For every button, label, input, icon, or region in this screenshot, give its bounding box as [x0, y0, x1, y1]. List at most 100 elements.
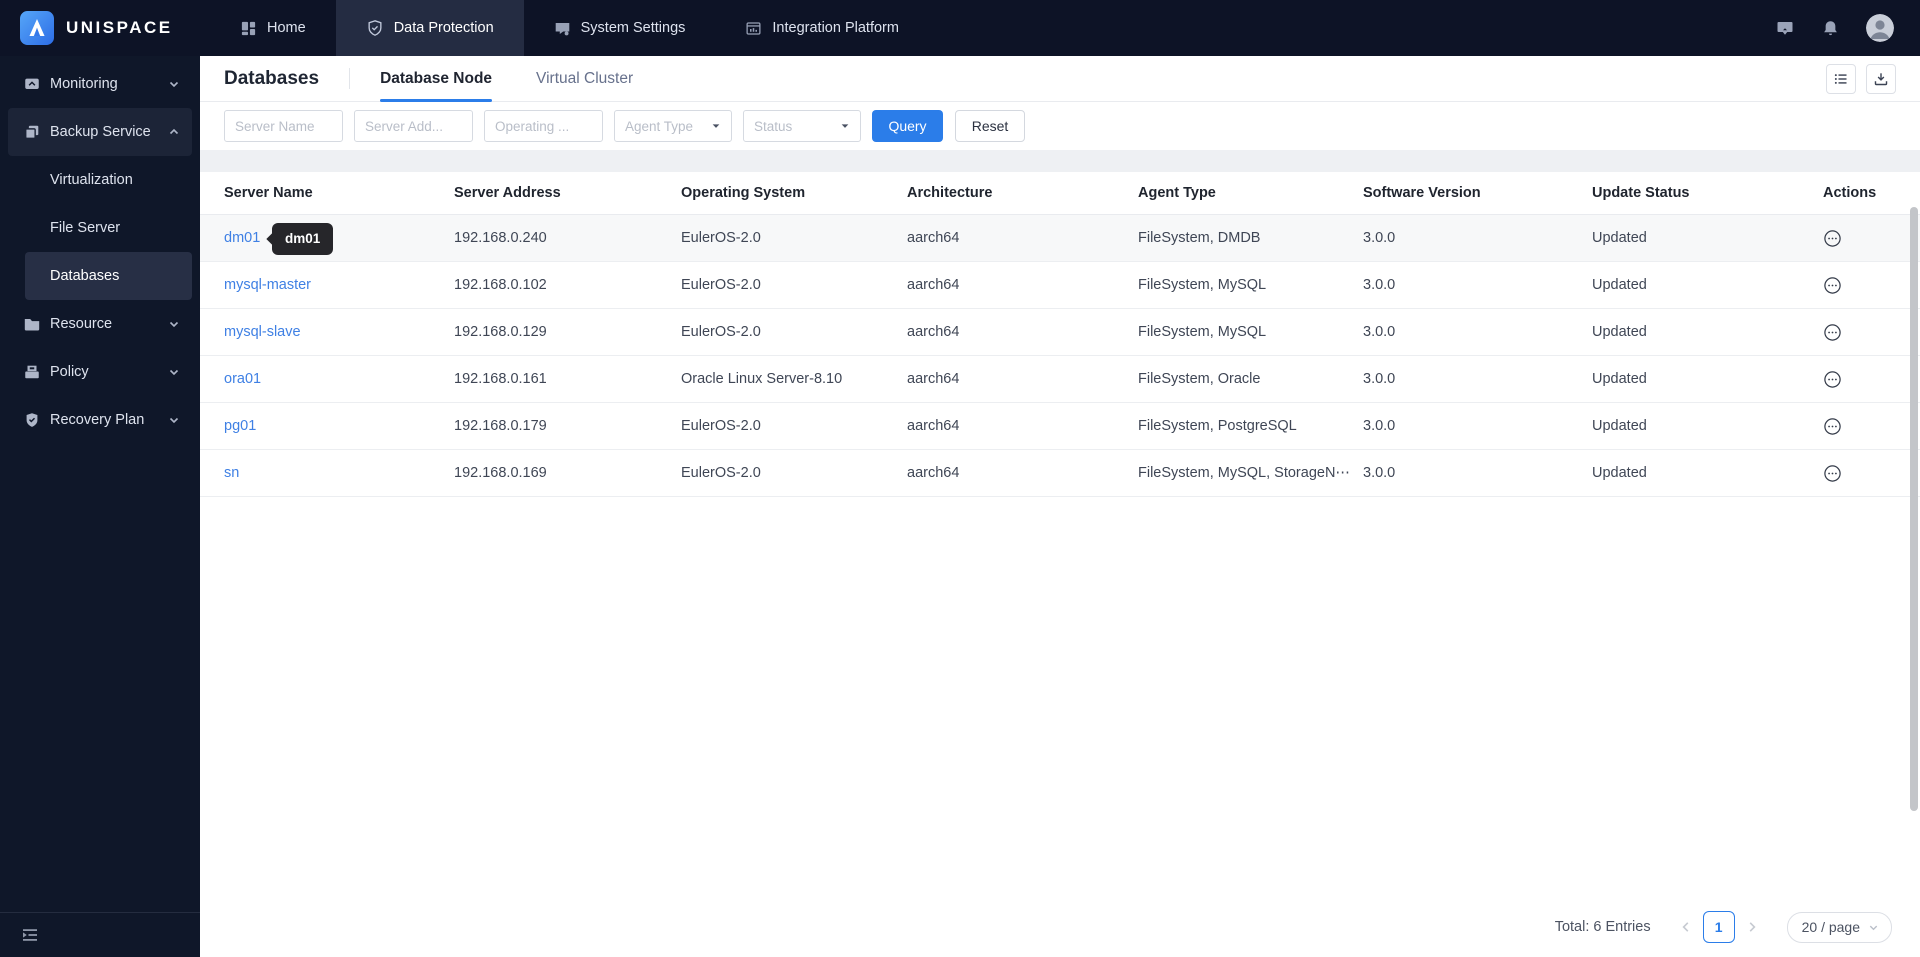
- sidebar-item-backup-service[interactable]: Backup Service: [8, 108, 192, 156]
- integration-platform-icon: [745, 20, 762, 37]
- prev-page-icon[interactable]: [1669, 920, 1703, 934]
- operating-system-input[interactable]: [484, 110, 603, 142]
- section-separator: [200, 150, 1920, 172]
- agent-type-select[interactable]: Agent Type: [614, 110, 732, 142]
- nav-item-data-protection[interactable]: Data Protection: [335, 0, 524, 56]
- server-address-input[interactable]: [354, 110, 473, 142]
- server-name-link[interactable]: mysql-master: [224, 277, 311, 293]
- sidebar-item-label: Resource: [50, 316, 113, 332]
- table-row: pg01 192.168.0.179 EulerOS-2.0 aarch64 F…: [200, 403, 1920, 450]
- pagination-total: Total: 6 Entries: [1554, 919, 1651, 935]
- reset-button[interactable]: Reset: [955, 110, 1025, 142]
- table-row: sn 192.168.0.169 EulerOS-2.0 aarch64 Fil…: [200, 450, 1920, 497]
- architecture: aarch64: [907, 324, 960, 340]
- sidebar-subitem-file-server[interactable]: File Server: [8, 204, 192, 252]
- main-content: Databases Database Node Virtual Cluster: [200, 56, 1920, 957]
- agent-type: FileSystem, DMDB: [1138, 230, 1261, 246]
- backup-service-icon: [22, 123, 42, 141]
- header-divider: [349, 68, 351, 89]
- table-header-row: Server Name Server Address Operating Sys…: [200, 172, 1920, 215]
- nav-item-integration-platform[interactable]: Integration Platform: [715, 0, 929, 56]
- sidebar-item-label: Policy: [50, 364, 89, 380]
- vertical-scrollbar-thumb[interactable]: [1910, 207, 1918, 811]
- nav-item-home[interactable]: Home: [210, 0, 336, 56]
- messages-icon[interactable]: [1775, 18, 1795, 38]
- table-row: mysql-master 192.168.0.102 EulerOS-2.0 a…: [200, 262, 1920, 309]
- update-status: Updated: [1592, 371, 1647, 387]
- software-version: 3.0.0: [1363, 324, 1396, 340]
- sidebar-item-recovery-plan[interactable]: Recovery Plan: [8, 396, 192, 444]
- server-name-link[interactable]: mysql-slave: [224, 324, 301, 340]
- query-button[interactable]: Query: [872, 110, 943, 142]
- chevron-up-icon: [168, 126, 180, 138]
- sidebar-item-resource[interactable]: Resource: [8, 300, 192, 348]
- server-name-link[interactable]: sn: [224, 465, 239, 481]
- server-address: 192.168.0.169: [454, 465, 547, 481]
- server-name-link[interactable]: dm01: [224, 230, 260, 246]
- collapse-sidebar-icon[interactable]: [20, 925, 40, 945]
- nav-item-label: System Settings: [580, 20, 686, 36]
- page-size-select[interactable]: 20 / page: [1786, 911, 1892, 943]
- header-actions: [1826, 63, 1896, 94]
- server-address: 192.168.0.179: [454, 418, 547, 434]
- agent-type: FileSystem, MySQL: [1138, 277, 1267, 293]
- policy-icon: [22, 363, 42, 381]
- column-settings-button[interactable]: [1826, 63, 1856, 94]
- sidebar-footer: [0, 912, 200, 957]
- column-header: Server Name: [224, 185, 313, 201]
- operating-system: Oracle Linux Server-8.10: [681, 371, 843, 387]
- architecture: aarch64: [907, 230, 960, 246]
- table-row: mysql-slave 192.168.0.129 EulerOS-2.0 aa…: [200, 309, 1920, 356]
- tab-virtual-cluster[interactable]: Virtual Cluster: [536, 56, 633, 101]
- server-name-input[interactable]: [224, 110, 343, 142]
- nav-item-label: Data Protection: [393, 20, 494, 36]
- folder-icon: [22, 315, 42, 333]
- server-address: 192.168.0.102: [454, 277, 547, 293]
- page-size-value: 20 / page: [1801, 919, 1860, 935]
- server-address: 192.168.0.240: [454, 230, 547, 246]
- unispace-logo-icon: [20, 11, 54, 45]
- pagination: Total: 6 Entries 1 20 / page: [1555, 911, 1892, 943]
- user-avatar[interactable]: [1866, 14, 1894, 42]
- architecture: aarch64: [907, 371, 960, 387]
- software-version: 3.0.0: [1363, 230, 1396, 246]
- tab-database-node[interactable]: Database Node: [380, 56, 492, 102]
- sidebar-item-label: Backup Service: [50, 124, 151, 140]
- row-actions-button[interactable]: [1823, 417, 1842, 436]
- agent-type-placeholder: Agent Type: [625, 118, 694, 134]
- page-number-button[interactable]: 1: [1702, 911, 1735, 943]
- server-address: 192.168.0.129: [454, 324, 547, 340]
- notifications-bell-icon[interactable]: [1821, 19, 1840, 38]
- nav-item-label: Home: [267, 20, 306, 36]
- status-select[interactable]: Status: [743, 110, 861, 142]
- monitoring-icon: [22, 75, 42, 93]
- navbar-right-controls: [1775, 14, 1920, 42]
- row-actions-button[interactable]: [1823, 464, 1842, 483]
- shield-check-icon: [366, 19, 384, 37]
- sidebar-item-monitoring[interactable]: Monitoring: [8, 60, 192, 108]
- chevron-down-icon: [168, 78, 180, 90]
- update-status: Updated: [1592, 418, 1647, 434]
- next-page-icon[interactable]: [1735, 920, 1769, 934]
- nav-item-system-settings[interactable]: System Settings: [524, 0, 716, 56]
- column-header: Software Version: [1363, 185, 1481, 201]
- export-download-button[interactable]: [1866, 63, 1896, 94]
- page-title: Databases: [224, 67, 320, 89]
- software-version: 3.0.0: [1363, 465, 1396, 481]
- agent-type: FileSystem, MySQL, StorageN⋯: [1138, 465, 1350, 481]
- sidebar-item-label: Databases: [50, 268, 120, 284]
- row-actions-button[interactable]: [1823, 229, 1842, 248]
- sidebar-item-policy[interactable]: Policy: [8, 348, 192, 396]
- architecture: aarch64: [907, 277, 960, 293]
- column-header: Architecture: [907, 185, 993, 201]
- download-icon: [1873, 71, 1889, 87]
- server-name-link[interactable]: pg01: [224, 418, 256, 434]
- row-actions-button[interactable]: [1823, 370, 1842, 389]
- row-actions-button[interactable]: [1823, 323, 1842, 342]
- sidebar-subitem-databases[interactable]: Databases: [25, 252, 192, 300]
- row-actions-button[interactable]: [1823, 276, 1842, 295]
- server-name-link[interactable]: ora01: [224, 371, 261, 387]
- sidebar-subitem-virtualization[interactable]: Virtualization: [8, 156, 192, 204]
- server-name-tooltip: dm01: [272, 222, 334, 255]
- software-version: 3.0.0: [1363, 371, 1396, 387]
